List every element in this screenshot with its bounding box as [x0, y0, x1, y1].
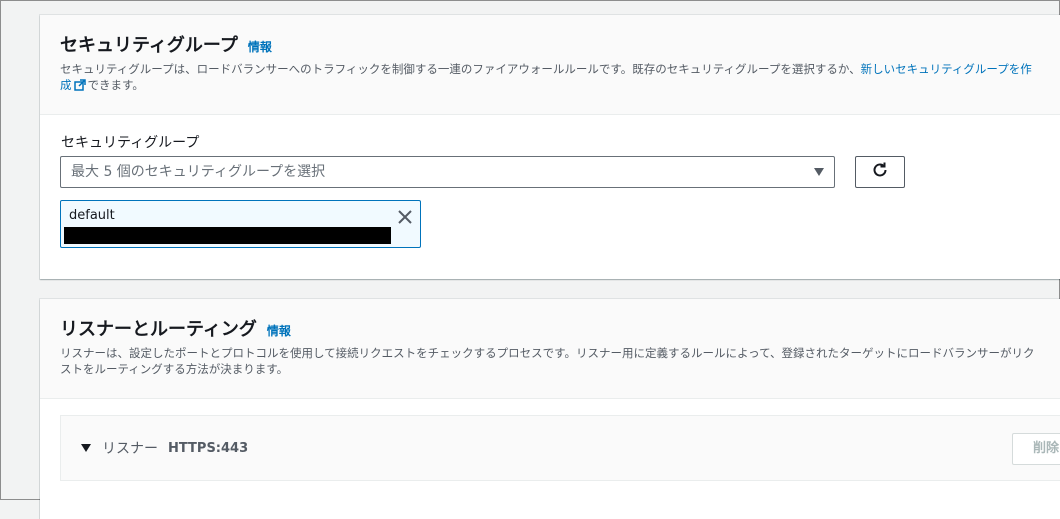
listeners-description: リスナーは、設定したポートとプロトコルを使用して接続リクエストをチェックするプロ… [60, 345, 1041, 377]
security-group-description: セキュリティグループは、ロードバランサーへのトラフィックを制御する一連のファイア… [60, 61, 1041, 95]
listeners-info-link[interactable]: 情報 [267, 322, 291, 339]
listener-expand-toggle[interactable]: リスナー HTTPS:443 [81, 438, 248, 458]
security-group-select-placeholder: 最大 5 個のセキュリティグループを選択 [71, 164, 326, 180]
remove-listener-button[interactable]: 削除 [1012, 433, 1060, 465]
expand-triangle-icon [81, 444, 91, 452]
security-group-field-label: セキュリティグループ [61, 135, 200, 151]
listeners-description-line1: リスナーは、設定したポートとプロトコルを使用して接続リクエストをチェックするプロ… [60, 346, 1035, 360]
listener-label: リスナー [102, 441, 158, 457]
security-group-description-end: できます。 [87, 78, 144, 92]
security-group-panel: セキュリティグループ 情報 セキュリティグループは、ロードバランサーへのトラフィ… [40, 15, 1060, 279]
refresh-icon [871, 161, 889, 183]
listeners-routing-panel: リスナーとルーティング 情報 リスナーは、設定したポートとプロトコルを使用して接… [40, 299, 1060, 519]
create-security-group-link[interactable]: 新しいセキュリティグループを作 [861, 62, 1032, 76]
listener-port: HTTPS:443 [168, 440, 249, 456]
security-group-header: セキュリティグループ 情報 セキュリティグループは、ロードバランサーへのトラフィ… [40, 15, 1060, 115]
caret-down-icon [814, 168, 824, 176]
listeners-routing-header: リスナーとルーティング 情報 リスナーは、設定したポートとプロトコルを使用して接… [40, 299, 1060, 399]
listeners-routing-title: リスナーとルーティング [60, 319, 257, 340]
security-group-title: セキュリティグループ [60, 35, 238, 56]
listeners-description-line2: ストをルーティングする方法が決まります。 [60, 362, 289, 376]
external-link-icon[interactable] [73, 79, 86, 95]
security-group-description-text: セキュリティグループは、ロードバランサーへのトラフィックを制御する一連のファイア… [60, 62, 861, 76]
selected-security-group-name: default [69, 208, 115, 223]
redacted-security-group-id [64, 227, 391, 244]
refresh-button[interactable] [855, 156, 905, 188]
close-icon[interactable] [398, 209, 412, 228]
listener-container: リスナー HTTPS:443 削除 [60, 415, 1060, 481]
selected-security-group-token: default [60, 200, 421, 248]
security-group-select[interactable]: 最大 5 個のセキュリティグループを選択 [60, 156, 835, 188]
security-group-info-link[interactable]: 情報 [248, 38, 272, 55]
create-security-group-link-cont[interactable]: 成 [60, 78, 72, 92]
